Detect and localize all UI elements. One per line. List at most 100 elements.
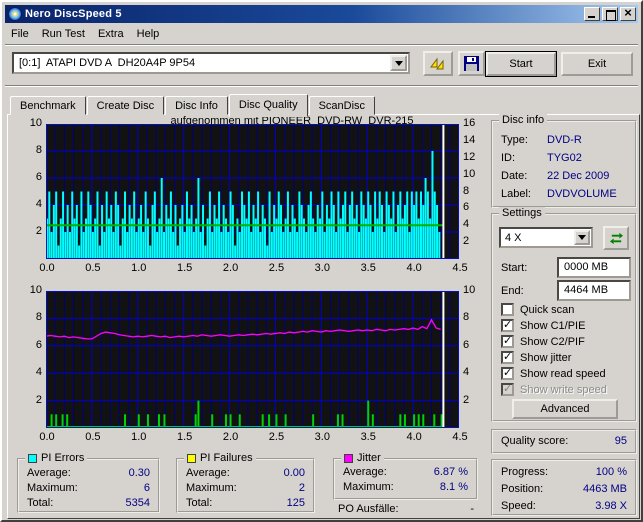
tab-scandisc[interactable]: ScanDisc [309, 96, 375, 115]
axis-tick-label: 2 [22, 225, 42, 237]
axis-tick-label: 4.5 [449, 431, 471, 443]
axis-tick-label: 2 [22, 394, 42, 406]
axis-tick-label: 8 [22, 311, 42, 323]
checkbox-show-c2-pif[interactable]: Show C2/PIF [501, 335, 585, 348]
exit-button[interactable]: Exit [561, 52, 633, 76]
axis-tick-label: 10 [22, 284, 42, 296]
advanced-button-label: Advanced [541, 403, 590, 415]
axis-tick-label: 2 [463, 235, 481, 247]
progress-panel: Progress:100 % Position:4463 MB Speed:3.… [491, 459, 637, 516]
axis-tick-label: 4 [463, 366, 481, 378]
axis-tick-label: 1.0 [128, 431, 150, 443]
exit-button-label: Exit [588, 58, 606, 70]
menu-extra[interactable]: Extra [93, 26, 132, 42]
eject-button[interactable] [423, 51, 453, 76]
tab-benchmark[interactable]: Benchmark [10, 96, 86, 115]
axis-tick-label: 0.5 [82, 262, 104, 274]
disc-date-value: 22 Dec 2009 [547, 170, 609, 182]
jitter-title: Jitter [357, 452, 381, 464]
axis-tick-label: 8 [22, 144, 42, 156]
pif-total-label: Total: [186, 497, 212, 509]
axis-tick-label: 4.0 [403, 431, 425, 443]
checkbox-box[interactable] [501, 367, 514, 380]
checkbox-box[interactable] [501, 335, 514, 348]
checkbox-show-jitter[interactable]: Show jitter [501, 351, 571, 364]
save-button[interactable] [458, 51, 485, 76]
pif-total-value: 125 [287, 497, 305, 509]
axis-tick-label: 10 [463, 168, 481, 180]
axis-tick-label: 0.5 [82, 431, 104, 443]
disc-info-title: Disc info [499, 114, 547, 126]
pi-errors-group: PI Errors Average:0.30 Maximum:6 Total:5… [17, 458, 160, 513]
refresh-button[interactable] [603, 226, 629, 250]
tab-disc-info[interactable]: Disc Info [165, 96, 228, 115]
tab-disc-quality[interactable]: Disc Quality [229, 94, 308, 117]
end-field-label: End: [501, 285, 524, 297]
checkbox-show-write-speed: Show write speed [501, 383, 607, 396]
position-label: Position: [501, 483, 543, 495]
checkbox-box[interactable] [501, 351, 514, 364]
menu-file[interactable]: File [6, 26, 37, 42]
axis-tick-label: 3.0 [311, 262, 333, 274]
checkbox-box[interactable] [501, 319, 514, 332]
progress-label: Progress: [501, 466, 548, 478]
advanced-button[interactable]: Advanced [512, 399, 618, 419]
position-value: 4463 MB [583, 483, 627, 495]
pi-failures-group: PI Failures Average:0.00 Maximum:2 Total… [176, 458, 315, 513]
pie-avg-label: Average: [27, 467, 71, 479]
pif-avg-value: 0.00 [284, 467, 305, 479]
pie-total-label: Total: [27, 497, 53, 509]
pi-errors-swatch-icon [28, 454, 37, 463]
tab-create-disc[interactable]: Create Disc [87, 96, 164, 115]
disc-type-value: DVD-R [547, 134, 582, 146]
start-button[interactable]: Start [486, 52, 556, 76]
checkbox-box[interactable] [501, 303, 514, 316]
axis-tick-label: 12 [463, 151, 481, 163]
speed-select-arrow[interactable] [574, 230, 590, 245]
axis-tick-label: 6 [22, 171, 42, 183]
disc-label-value: DVDVOLUME [547, 188, 617, 200]
chevron-down-icon [395, 61, 403, 66]
checkbox-quick-scan[interactable]: Quick scan [501, 303, 574, 316]
axis-tick-label: 4 [463, 218, 481, 230]
close-icon[interactable] [620, 7, 636, 21]
checkbox-show-read-speed[interactable]: Show read speed [501, 367, 606, 380]
minimize-icon[interactable] [584, 7, 600, 21]
maximize-icon[interactable] [602, 7, 618, 21]
pif-max-label: Maximum: [186, 482, 237, 494]
speed-select[interactable]: 4 X [499, 227, 593, 248]
drive-select[interactable]: [0:1] ATAPI DVD A DH20A4P 9P54 [12, 52, 410, 74]
jitter-failures-chart [46, 291, 459, 428]
disc-type-label: Type: [501, 134, 528, 146]
settings-group: Settings 4 X Start: 0000 MB End: 4464 MB… [491, 213, 637, 422]
axis-tick-label: 1.5 [174, 431, 196, 443]
axis-tick-label: 3.5 [357, 262, 379, 274]
menu-run-test[interactable]: Run Test [37, 26, 93, 42]
axis-tick-label: 3.0 [311, 431, 333, 443]
checkbox-box [501, 383, 514, 396]
checkbox-show-c1-pie[interactable]: Show C1/PIE [501, 319, 585, 332]
end-field[interactable]: 4464 MB [557, 280, 631, 301]
menu-help[interactable]: Help [132, 26, 168, 42]
quality-score-value: 95 [615, 435, 627, 447]
quality-score-panel: Quality score: 95 [491, 429, 637, 454]
menu-bar: File Run Test Extra Help [6, 25, 167, 42]
title-bar[interactable]: Nero DiscSpeed 5 [5, 5, 638, 23]
eject-icon [429, 56, 447, 72]
axis-tick-label: 6 [22, 339, 42, 351]
axis-tick-label: 16 [463, 117, 481, 129]
start-field[interactable]: 0000 MB [557, 257, 631, 278]
axis-tick-label: 3.5 [357, 431, 379, 443]
pif-max-value: 2 [299, 482, 305, 494]
axis-tick-label: 4 [22, 198, 42, 210]
axis-tick-label: 6 [463, 339, 481, 351]
pi-failures-swatch-icon [187, 454, 196, 463]
progress-value: 100 % [596, 466, 627, 478]
drive-select-arrow[interactable] [390, 55, 407, 71]
jitter-group: Jitter Average:6.87 % Maximum:8.1 % [333, 458, 478, 500]
app-disc-icon [8, 7, 22, 21]
drive-select-value: [0:1] ATAPI DVD A DH20A4P 9P54 [14, 57, 390, 69]
pie-max-value: 6 [144, 482, 150, 494]
axis-tick-label: 6 [463, 201, 481, 213]
start-button-label: Start [509, 58, 532, 70]
